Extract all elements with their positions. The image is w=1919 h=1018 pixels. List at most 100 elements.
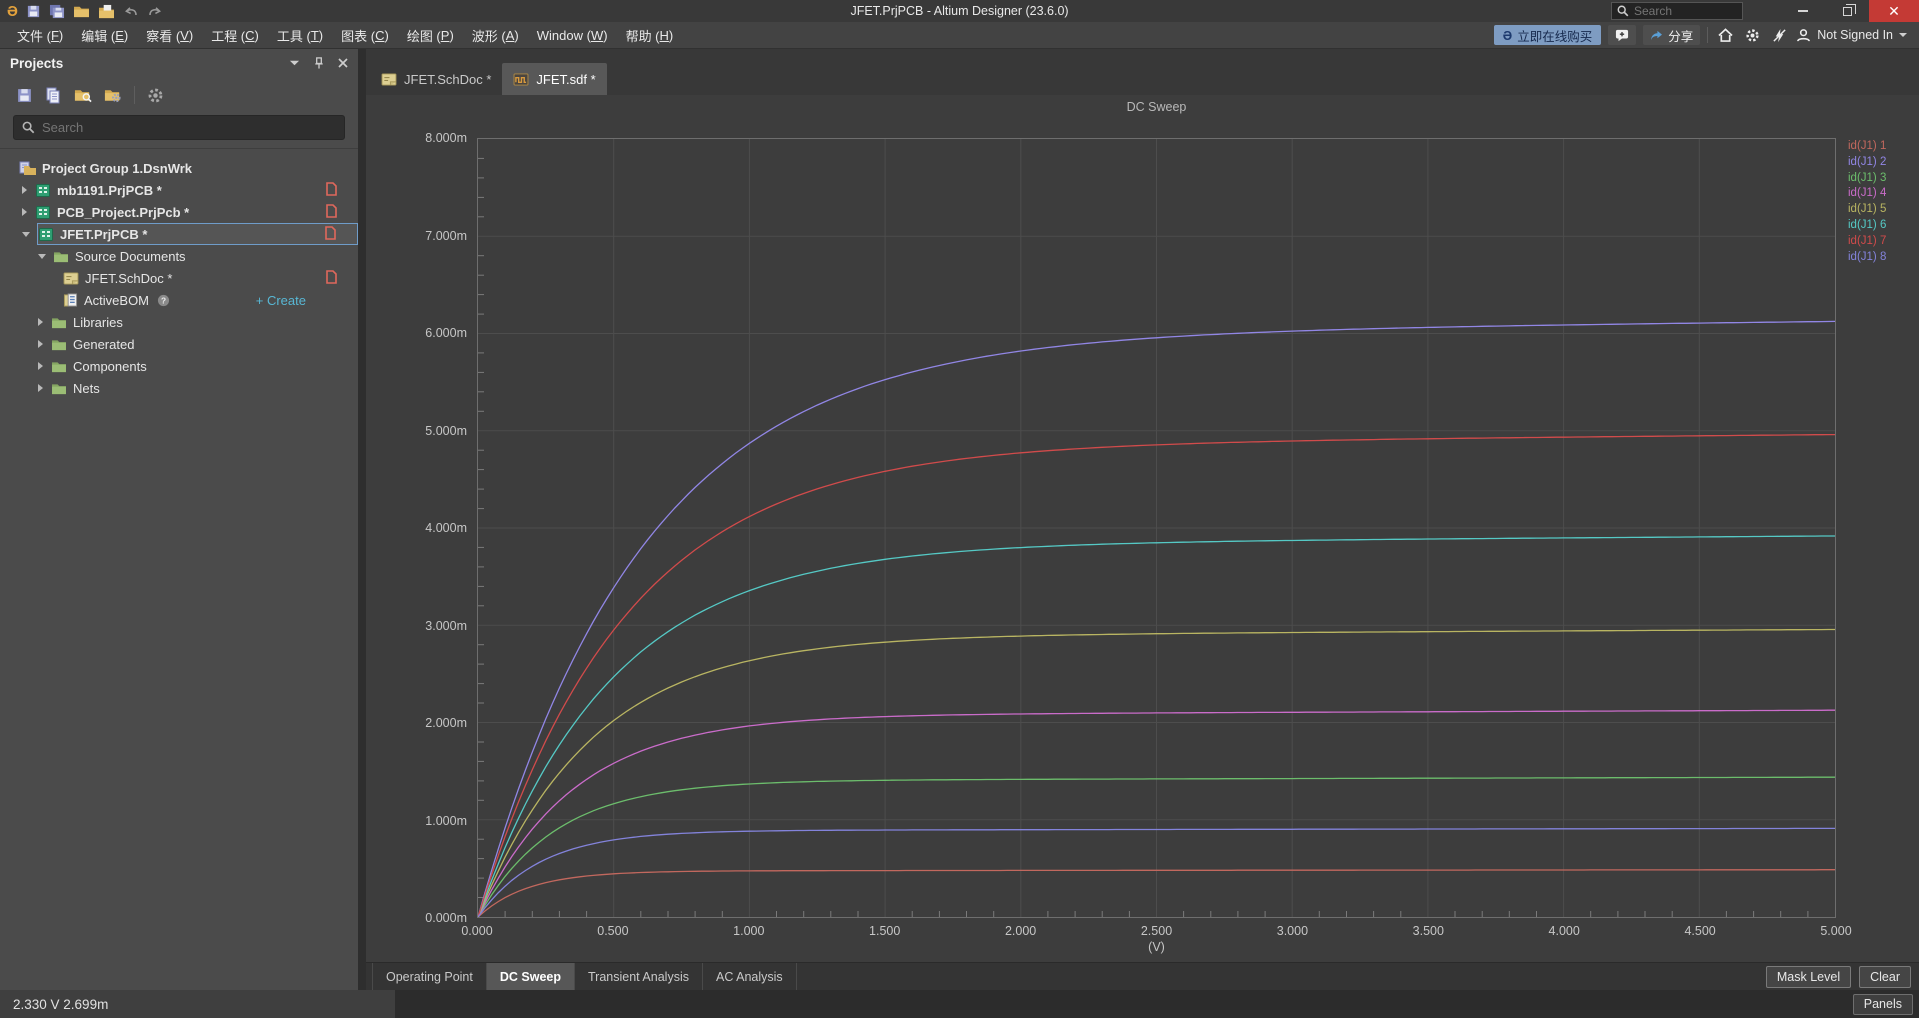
- legend-item[interactable]: id(J1) 3: [1848, 171, 1886, 187]
- panels-button[interactable]: Panels: [1853, 994, 1913, 1015]
- help-badge-icon[interactable]: ?: [157, 294, 170, 307]
- titlebar-search-input[interactable]: [1634, 4, 1734, 18]
- tree-item-label: Source Documents: [75, 249, 186, 264]
- collapse-arrow-icon[interactable]: [22, 232, 30, 237]
- legend-item[interactable]: id(J1) 7: [1848, 234, 1886, 250]
- analysis-tab-transient-analysis[interactable]: Transient Analysis: [575, 963, 703, 990]
- tree-item-label: JFET.PrjPCB *: [60, 227, 147, 242]
- tree-item-mb1191-prjpcb[interactable]: mb1191.PrjPCB *: [0, 179, 358, 201]
- clear-button[interactable]: Clear: [1859, 966, 1911, 988]
- menu-编辑[interactable]: 编辑 (E): [72, 22, 137, 49]
- tree-item-components[interactable]: Components: [0, 355, 358, 377]
- x-tick-label: 0.000: [443, 924, 511, 938]
- projects-search-input[interactable]: [42, 120, 312, 135]
- save-all-icon[interactable]: [49, 4, 65, 19]
- modified-document-icon: [325, 226, 336, 243]
- redo-icon[interactable]: [147, 4, 163, 18]
- expand-arrow-icon[interactable]: [38, 318, 43, 326]
- modified-document-icon: [326, 182, 337, 199]
- y-tick-label: 3.000m: [366, 619, 467, 633]
- restore-button[interactable]: [1825, 0, 1869, 22]
- analysis-tab-dc-sweep[interactable]: DC Sweep: [487, 963, 575, 990]
- expand-arrow-icon[interactable]: [38, 362, 43, 370]
- pin-icon[interactable]: [314, 57, 324, 69]
- panel-close-icon[interactable]: [338, 58, 348, 68]
- settings-button[interactable]: [1742, 25, 1762, 45]
- save-icon[interactable]: [26, 4, 41, 19]
- menu-帮助[interactable]: 帮助 (H): [617, 22, 683, 49]
- menu-工程[interactable]: 工程 (C): [202, 22, 268, 49]
- y-tick-label: 8.000m: [366, 131, 467, 145]
- legend-item[interactable]: id(J1) 8: [1848, 250, 1886, 266]
- comment-button[interactable]: [1608, 25, 1636, 45]
- tree-item-generated[interactable]: Generated: [0, 333, 358, 355]
- menu-list: 文件 (F)编辑 (E)察看 (V)工程 (C)工具 (T)图表 (C)绘图 (…: [0, 22, 682, 49]
- analysis-tab-ac-analysis[interactable]: AC Analysis: [703, 963, 797, 990]
- undo-icon[interactable]: [123, 4, 139, 18]
- tree-item-libraries[interactable]: Libraries: [0, 311, 358, 333]
- expand-arrow-icon[interactable]: [22, 208, 27, 216]
- document-tab-jfet-schdoc[interactable]: JFET.SchDoc *: [370, 63, 502, 95]
- plot-area[interactable]: [477, 138, 1836, 918]
- titlebar-search[interactable]: [1611, 2, 1743, 20]
- waveform-icon: [513, 73, 529, 86]
- expand-arrow-icon[interactable]: [22, 186, 27, 194]
- settings-gear-icon: [1745, 28, 1760, 43]
- folder-icon: [51, 338, 67, 351]
- tree-item-project-group-1-dsnwrk[interactable]: Project Group 1.DsnWrk: [0, 157, 358, 179]
- projects-search[interactable]: [13, 115, 345, 140]
- menu-图表[interactable]: 图表 (C): [332, 22, 398, 49]
- legend-item[interactable]: id(J1) 6: [1848, 218, 1886, 234]
- dev-mode-button[interactable]: [1769, 25, 1789, 45]
- document-tab-jfet-sdf[interactable]: JFET.sdf *: [502, 63, 606, 95]
- tree-item-nets[interactable]: Nets: [0, 377, 358, 399]
- folder-search-icon[interactable]: [74, 87, 92, 103]
- create-link[interactable]: + Create: [256, 293, 306, 308]
- tree-item-jfet-schdoc[interactable]: JFET.SchDoc *: [0, 267, 358, 289]
- menu-文件[interactable]: 文件 (F): [8, 22, 72, 49]
- share-button[interactable]: 分享: [1643, 25, 1700, 45]
- bom-icon: [63, 293, 78, 307]
- legend-item[interactable]: id(J1) 5: [1848, 202, 1886, 218]
- panel-dropdown-icon[interactable]: [289, 59, 300, 67]
- tree-item-pcb-project-prjpcb[interactable]: PCB_Project.PrjPcb *: [0, 201, 358, 223]
- open-document-icon[interactable]: [98, 4, 115, 19]
- schdoc-icon: [381, 73, 397, 86]
- tree-item-activebom[interactable]: ActiveBOM?+ Create: [0, 289, 358, 311]
- menu-绘图[interactable]: 绘图 (P): [398, 22, 463, 49]
- menu-波形[interactable]: 波形 (A): [463, 22, 528, 49]
- tree-item-source-documents[interactable]: Source Documents: [0, 245, 358, 267]
- tree-item-jfet-prjpcb[interactable]: JFET.PrjPCB *: [0, 223, 358, 245]
- close-button[interactable]: ✕: [1869, 0, 1919, 22]
- collapse-arrow-icon[interactable]: [38, 254, 46, 259]
- expand-arrow-icon[interactable]: [38, 340, 43, 348]
- comment-add-icon: [1615, 29, 1629, 42]
- schdoc-icon: [63, 272, 79, 285]
- gear-icon[interactable]: [147, 87, 164, 104]
- analysis-tab-operating-point[interactable]: Operating Point: [372, 963, 487, 990]
- minimize-button[interactable]: [1781, 0, 1825, 22]
- statusbar: 2.330 V 2.699m Panels: [0, 990, 1919, 1018]
- open-folder-icon[interactable]: [73, 4, 90, 18]
- chart-legend: id(J1) 1id(J1) 2id(J1) 3id(J1) 4id(J1) 5…: [1848, 139, 1886, 265]
- save-document-icon[interactable]: [16, 87, 33, 104]
- x-tick-label: 1.500: [851, 924, 919, 938]
- expand-arrow-icon[interactable]: [38, 384, 43, 392]
- waveform-view[interactable]: DC Sweep 8.000m7.000m6.000m5.000m4.000m3…: [366, 95, 1919, 962]
- home-button[interactable]: [1715, 25, 1735, 45]
- x-axis-unit: (V): [477, 940, 1836, 954]
- legend-item[interactable]: id(J1) 4: [1848, 186, 1886, 202]
- folder-settings-icon[interactable]: [104, 87, 122, 103]
- legend-item[interactable]: id(J1) 2: [1848, 155, 1886, 171]
- menu-Window[interactable]: Window (W): [528, 22, 617, 49]
- mask-level-button[interactable]: Mask Level: [1766, 966, 1851, 988]
- signin-control[interactable]: Not Signed In: [1796, 28, 1911, 43]
- menu-察看[interactable]: 察看 (V): [137, 22, 202, 49]
- panel-splitter[interactable]: [358, 49, 366, 990]
- plot-svg[interactable]: [478, 139, 1835, 917]
- buy-online-button[interactable]: Ə 立即在线购买: [1494, 25, 1601, 45]
- projects-panel: Projects: [0, 49, 358, 990]
- legend-item[interactable]: id(J1) 1: [1848, 139, 1886, 155]
- copy-document-icon[interactable]: [45, 87, 62, 104]
- menu-工具[interactable]: 工具 (T): [268, 22, 332, 49]
